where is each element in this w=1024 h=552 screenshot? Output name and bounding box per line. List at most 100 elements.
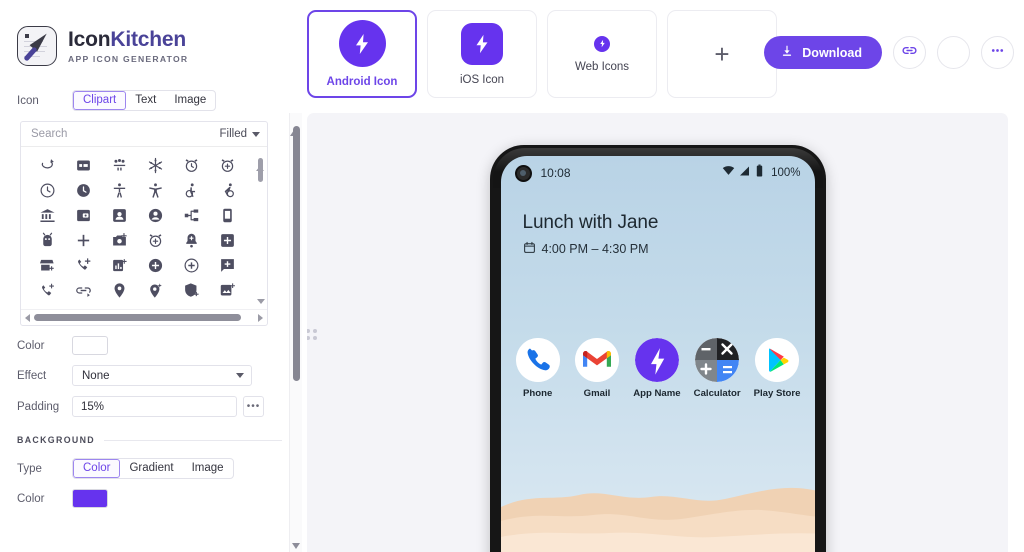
clipart-add-chart-icon[interactable]: [101, 253, 137, 278]
play-store-icon: [755, 338, 800, 382]
copy-link-button[interactable]: [893, 36, 926, 69]
clipart-add-circle-icon[interactable]: [137, 253, 173, 278]
app-name[interactable]: App Name: [633, 338, 681, 399]
clipart-adb-android-icon[interactable]: [29, 228, 65, 253]
app-play-store[interactable]: Play Store: [754, 338, 801, 399]
background-heading-label: BACKGROUND: [17, 435, 96, 445]
padding-input[interactable]: 15%: [72, 396, 237, 417]
cellular-signal-icon: [739, 164, 751, 182]
clipart-add-photo-alternate-icon[interactable]: [209, 278, 245, 303]
segment-image[interactable]: Image: [165, 91, 215, 110]
clipart-add-box-icon[interactable]: [209, 228, 245, 253]
segment-bg-gradient[interactable]: Gradient: [120, 459, 182, 478]
widget-title: Lunch with Jane: [522, 212, 659, 233]
clipart-group-work-icon[interactable]: [101, 153, 137, 178]
tab-add-new[interactable]: +: [667, 10, 777, 98]
scroll-down-arrow-icon[interactable]: [256, 299, 265, 304]
clipart-add-comment-icon[interactable]: [209, 253, 245, 278]
clipart-3d-rotation-icon[interactable]: [29, 153, 65, 178]
padding-label: Padding: [17, 400, 60, 413]
clipart-add-business-icon[interactable]: [29, 253, 65, 278]
bolt-icon: [634, 338, 679, 382]
download-button[interactable]: Download: [764, 36, 882, 69]
tab-web-icons[interactable]: Web Icons: [547, 10, 657, 98]
clipart-vertical-scrollbar[interactable]: [256, 149, 265, 304]
clipart-access-time-icon[interactable]: [29, 178, 65, 203]
clipart-accessibility-icon[interactable]: [101, 178, 137, 203]
brand-title-part1: Icon: [68, 27, 111, 51]
segment-clipart[interactable]: Clipart: [73, 91, 127, 110]
clipart-accessible-icon[interactable]: [173, 178, 209, 203]
plus-icon: +: [714, 38, 730, 69]
status-indicators: 100%: [722, 164, 801, 182]
app-gmail[interactable]: Gmail: [574, 338, 620, 399]
background-color-swatch[interactable]: [72, 489, 108, 508]
tab-ios-icon[interactable]: iOS Icon: [427, 10, 537, 98]
clipart-add-alarm-2-icon[interactable]: [137, 228, 173, 253]
clipart-add-icon[interactable]: [65, 228, 101, 253]
clipart-add-ic-call-icon[interactable]: [65, 253, 101, 278]
app-gmail-label: Gmail: [583, 388, 611, 399]
clipart-add-moderator-icon[interactable]: [173, 278, 209, 303]
moon-icon: [945, 42, 962, 64]
icon-color-swatch[interactable]: [72, 336, 108, 355]
segment-bg-image[interactable]: Image: [183, 459, 233, 478]
clipart-add-a-photo-icon[interactable]: [101, 228, 137, 253]
sidebar-scroll-thumb[interactable]: [293, 126, 300, 381]
tab-android-icon[interactable]: Android Icon: [307, 10, 417, 98]
calendar-icon: [523, 241, 536, 257]
clipart-add-location-icon[interactable]: [101, 278, 137, 303]
clipart-adb-icon[interactable]: [209, 203, 245, 228]
icon-color-label: Color: [17, 339, 45, 352]
clipart-add-call-icon[interactable]: [29, 278, 65, 303]
effect-value: None: [82, 369, 110, 382]
hscroll-thumb[interactable]: [34, 314, 241, 321]
dark-mode-toggle[interactable]: [937, 36, 970, 69]
scroll-thumb[interactable]: [258, 158, 263, 182]
clipart-closed-caption-icon[interactable]: [65, 153, 101, 178]
clipart-account-circle-icon[interactable]: [137, 203, 173, 228]
clipart-horizontal-scrollbar[interactable]: [21, 309, 267, 325]
top-bar: Android Icon iOS Icon Web Icons + Downlo…: [302, 0, 1024, 113]
clipart-account-tree-icon[interactable]: [173, 203, 209, 228]
app-phone[interactable]: Phone: [515, 338, 561, 399]
clipart-add-circle-outline-icon[interactable]: [173, 253, 209, 278]
icon-row-label: Icon: [17, 94, 39, 107]
clipart-ac-unit-icon[interactable]: [137, 153, 173, 178]
padding-more-button[interactable]: •••: [243, 396, 264, 417]
icon-type-segmented: Clipart Text Image: [72, 90, 217, 111]
clipart-access-alarm-icon[interactable]: [173, 153, 209, 178]
header-actions: Download: [764, 36, 1014, 69]
clipart-add-alert-icon[interactable]: [173, 228, 209, 253]
sidebar-scrollbar[interactable]: [289, 113, 302, 552]
scroll-left-arrow-icon[interactable]: [25, 313, 30, 322]
effect-select[interactable]: None: [72, 365, 252, 386]
clipart-accessibility-new-icon[interactable]: [137, 178, 173, 203]
clipart-add-alarm-icon[interactable]: [209, 153, 245, 178]
clipart-access-time-filled-icon[interactable]: [65, 178, 101, 203]
clipart-style-select[interactable]: Filled: [220, 128, 260, 140]
app-calculator[interactable]: Calculator: [694, 338, 741, 399]
clipart-add-link-icon[interactable]: [65, 278, 101, 303]
clipart-account-balance-wallet-icon[interactable]: [65, 203, 101, 228]
clipart-account-balance-icon[interactable]: [29, 203, 65, 228]
canvas-drag-handle[interactable]: [307, 327, 319, 342]
more-options-button[interactable]: [981, 36, 1014, 69]
clipart-account-box-icon[interactable]: [101, 203, 137, 228]
link-icon: [901, 42, 918, 64]
battery-percent: 100%: [771, 167, 801, 179]
phone-status-bar: 10:08 100%: [501, 156, 815, 190]
segment-bg-color[interactable]: Color: [73, 459, 121, 478]
phone-preview-frame: 10:08 100% Lunch with Jane 4:00 PM – 4:3…: [489, 145, 826, 552]
app-phone-label: Phone: [523, 388, 553, 399]
segment-text[interactable]: Text: [126, 91, 165, 110]
clipart-accessible-forward-icon[interactable]: [209, 178, 245, 203]
download-icon: [780, 44, 794, 61]
app-name-label: App Name: [633, 388, 681, 399]
hscroll-track[interactable]: [34, 314, 254, 321]
sidebar-scroll-down-icon[interactable]: [292, 543, 300, 549]
background-type-label: Type: [17, 462, 42, 475]
clipart-add-location-alt-icon[interactable]: [137, 278, 173, 303]
scroll-right-arrow-icon[interactable]: [258, 313, 263, 322]
search-input[interactable]: Search: [31, 128, 220, 140]
